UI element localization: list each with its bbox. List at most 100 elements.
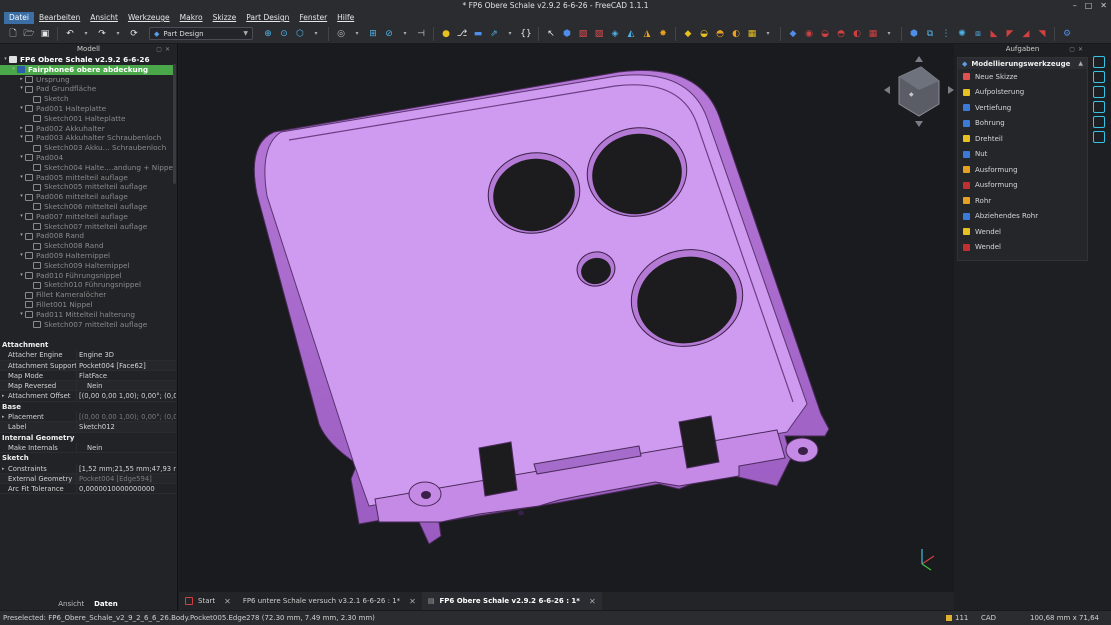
expanded-arrow-icon[interactable]: ▾ — [18, 212, 25, 222]
expanded-arrow-icon[interactable]: ▾ — [18, 104, 25, 114]
notification-area[interactable]: 111 — [946, 611, 968, 625]
tree-item[interactable]: Fillet001 Nippel — [0, 300, 176, 310]
task-item[interactable]: Vertiefung — [958, 100, 1087, 116]
tree-item[interactable]: ▾ Pad009 Halternippel — [0, 251, 176, 261]
part-model[interactable]: ◆ — [179, 44, 954, 592]
close-tab-icon[interactable]: ✕ — [409, 597, 416, 606]
draw-style-icon[interactable]: ◎ — [334, 27, 348, 41]
groove-icon[interactable]: ◒ — [818, 27, 832, 41]
redo-icon[interactable]: ↷ — [95, 27, 109, 41]
property-row[interactable]: Map Reversed Nein — [0, 381, 176, 392]
additive-dropdown-icon[interactable]: ▾ — [761, 27, 775, 41]
collapsed-arrow-icon[interactable]: ▸ — [18, 75, 25, 85]
expand-arrow-icon[interactable]: ▸ — [2, 412, 5, 421]
subtractive-primitive-icon[interactable]: ▦ — [866, 27, 880, 41]
subtractive-dropdown-icon[interactable]: ▾ — [882, 27, 896, 41]
boolean-icon[interactable]: ⬢ — [907, 27, 921, 41]
menu-ansicht[interactable]: Ansicht — [85, 12, 123, 24]
menu-werkzeuge[interactable]: Werkzeuge — [123, 12, 175, 24]
modeling-tools-header[interactable]: ◆ Modellierungswerkzeuge ▲ — [958, 58, 1087, 69]
part-icon[interactable]: ● — [439, 27, 453, 41]
expanded-arrow-icon[interactable]: ▾ — [18, 271, 25, 281]
expanded-arrow-icon[interactable]: ▾ — [18, 251, 25, 261]
point-icon[interactable]: ◈ — [608, 27, 622, 41]
view-front-icon[interactable] — [1093, 56, 1105, 68]
task-item[interactable]: Nut — [958, 147, 1087, 163]
tree-item[interactable]: Sketch005 mittelteil auflage — [0, 182, 176, 192]
expand-arrow-icon[interactable]: ▸ — [2, 391, 5, 400]
link-icon[interactable]: ⇗ — [487, 27, 501, 41]
undo-dropdown-icon[interactable]: ▾ — [79, 27, 93, 41]
property-value[interactable]: Pocket004 [Face62] — [76, 360, 176, 370]
tree-item[interactable]: ▾ Pad007 mittelteil auflage — [0, 212, 176, 222]
subtractive-pipe-icon[interactable]: ◐ — [850, 27, 864, 41]
view-menu-icon[interactable]: ▾ — [309, 27, 323, 41]
view-rear-icon[interactable] — [1093, 101, 1105, 113]
measure-dropdown-icon[interactable]: ▾ — [398, 27, 412, 41]
menu-bearbeiten[interactable]: Bearbeiten — [34, 12, 85, 24]
panel-float-close-icon[interactable]: ▢✕ — [156, 44, 173, 55]
tree-item[interactable]: ▾ Pad001 Halteplatte — [0, 104, 176, 114]
tree-item[interactable]: Sketch006 mittelteil auflage — [0, 202, 176, 212]
new-file-icon[interactable]: 🗋 — [6, 27, 20, 41]
tree-item[interactable]: ▾ Pad005 mittelteil auflage — [0, 173, 176, 183]
tree-item[interactable]: ▾ Pad011 Mittelteil halterung — [0, 310, 176, 320]
expanded-arrow-icon[interactable]: ▾ — [18, 153, 25, 163]
loft-icon[interactable]: ◓ — [713, 27, 727, 41]
tree-item[interactable]: Sketch009 Halternippel — [0, 261, 176, 271]
folder-icon[interactable]: ▬ — [471, 27, 485, 41]
expanded-arrow-icon[interactable]: ▾ — [18, 84, 25, 94]
doc-tab-obere-schale[interactable]: ▤ FP6 Obere Schale v2.9.2 6-6-26 : 1* ✕ — [421, 592, 602, 610]
shape-binder-icon[interactable]: ✸ — [656, 27, 670, 41]
link-dropdown-icon[interactable]: ▾ — [503, 27, 517, 41]
measure-icon[interactable]: ⊘ — [382, 27, 396, 41]
close-icon[interactable]: ✕ — [1100, 0, 1107, 12]
pipe-icon[interactable]: ◐ — [729, 27, 743, 41]
tree-item[interactable]: ▾ Pad003 Akkuhalter Schraubenloch — [0, 133, 176, 143]
navigation-style[interactable]: CAD — [981, 611, 996, 625]
property-row[interactable]: Map Mode FlatFace — [0, 370, 176, 382]
tree-item[interactable]: ▾ Pad010 Führungsnippel — [0, 271, 176, 281]
property-row[interactable]: Attachment Support Pocket004 [Face62] — [0, 360, 176, 371]
tree-item[interactable]: Sketch004 Halte....andung + Nippel — [0, 163, 176, 173]
expanded-arrow-icon[interactable]: ▾ — [18, 310, 25, 320]
view-bottom-icon[interactable] — [1093, 116, 1105, 128]
tree-item[interactable]: Sketch010 Führungsnippel — [0, 280, 176, 290]
tree-item[interactable]: ▸ Pad002 Akkuhalter — [0, 124, 176, 134]
tree-item[interactable]: Sketch008 Rand — [0, 241, 176, 251]
open-file-icon[interactable]: 🗁 — [22, 27, 36, 41]
draw-style-dropdown-icon[interactable]: ▾ — [350, 27, 364, 41]
ruler-icon[interactable]: ⊣ — [414, 27, 428, 41]
draft-icon[interactable]: ◢ — [1019, 27, 1033, 41]
task-item[interactable]: Bohrung — [958, 116, 1087, 132]
tree-scrollbar[interactable] — [173, 64, 176, 184]
tree-item[interactable]: Sketch007 mittelteil auflage — [0, 320, 176, 330]
task-item[interactable]: Ausformung — [958, 162, 1087, 178]
linear-pattern-icon[interactable]: ⋮ — [939, 27, 953, 41]
property-value[interactable]: Sketch012 — [76, 422, 176, 432]
tab-ansicht[interactable]: Ansicht — [58, 598, 84, 610]
collapsed-arrow-icon[interactable]: ▸ — [18, 124, 25, 134]
navigation-cube[interactable]: ◆ — [884, 56, 954, 127]
property-row[interactable]: Label Sketch012 — [0, 422, 176, 433]
tree-item[interactable]: Sketch003 Akku... Schraubenloch — [0, 143, 176, 153]
fit-all-icon[interactable]: ⊕ — [261, 27, 275, 41]
task-item[interactable]: Neue Skizze — [958, 69, 1087, 85]
property-row[interactable]: External Geometry Pocket004 [Edge594] — [0, 473, 176, 485]
maximize-icon[interactable]: □ — [1085, 0, 1093, 12]
tree-item[interactable]: ▾ Fairphone6 obere abdeckung — [0, 64, 176, 75]
task-item[interactable]: Drehteil — [958, 131, 1087, 147]
tree-item[interactable]: ▾ Pad Grundfläche — [0, 84, 176, 94]
workbench-selector[interactable]: ◆ Part Design ▼ — [149, 27, 253, 40]
property-row[interactable]: Attacher Engine Engine 3D — [0, 350, 176, 361]
macro-icon[interactable]: {} — [519, 27, 533, 41]
menu-hilfe[interactable]: Hilfe — [332, 12, 359, 24]
validate-sketch-icon[interactable]: ▨ — [592, 27, 606, 41]
chamfer-icon[interactable]: ◤ — [1003, 27, 1017, 41]
property-row[interactable]: ▸ Attachment Offset [(0,00 0,00 1,00); 0,0… — [0, 391, 176, 402]
tree-item[interactable]: Sketch — [0, 94, 176, 104]
line-icon[interactable]: ◭ — [624, 27, 638, 41]
view-isometric-icon[interactable]: ⬡ — [293, 27, 307, 41]
task-item[interactable]: Wendel — [958, 240, 1087, 256]
undo-icon[interactable]: ↶ — [63, 27, 77, 41]
